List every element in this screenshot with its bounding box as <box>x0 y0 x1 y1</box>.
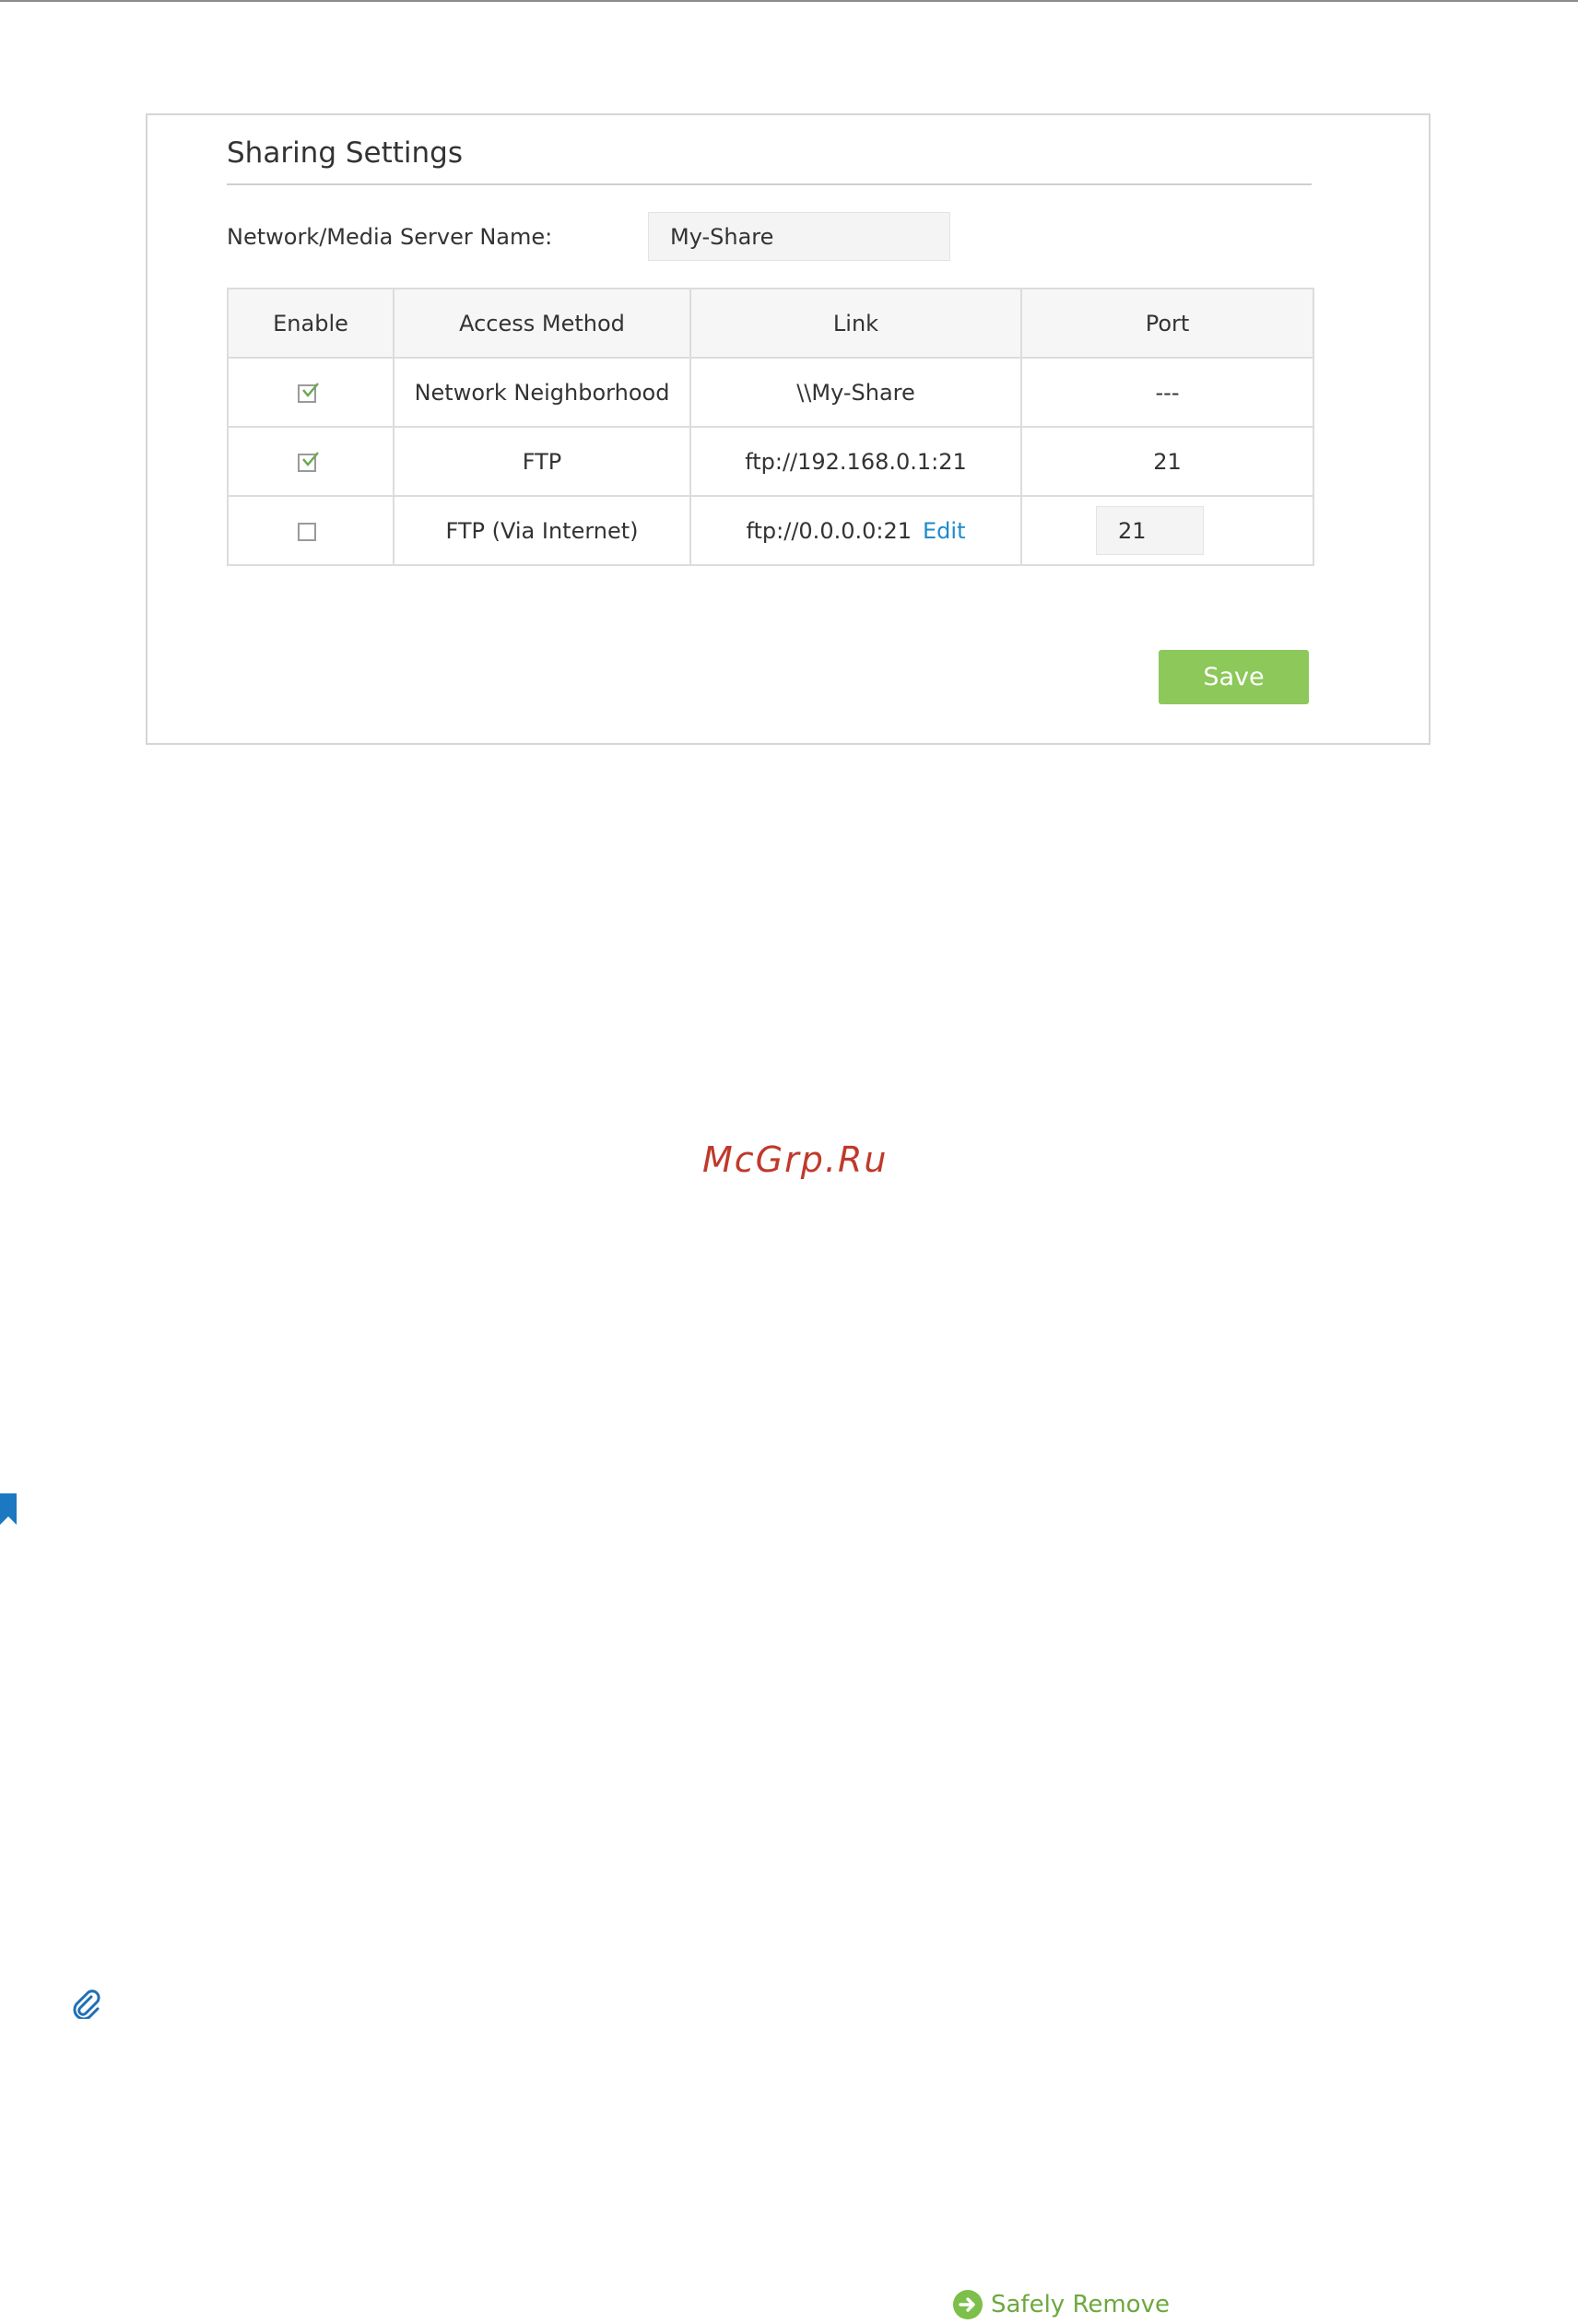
enable-checkbox-network-neighborhood[interactable] <box>298 382 319 403</box>
paperclip-icon <box>73 1989 100 2019</box>
checkmark-icon <box>302 451 319 466</box>
save-button[interactable]: Save <box>1159 650 1309 704</box>
header-port: Port <box>1020 288 1314 359</box>
table-header-row: Enable Access Method Link Port <box>227 288 1314 359</box>
port-cell: 21 <box>1020 426 1314 497</box>
table-row: FTP ftp://192.168.0.1:21 21 <box>227 426 1314 497</box>
safely-remove-label: Safely Remove <box>991 2291 1170 2318</box>
panel-title: Sharing Settings <box>227 136 464 170</box>
header-link: Link <box>689 288 1022 359</box>
link-cell: \\My-Share <box>689 357 1022 428</box>
enable-cell <box>227 357 394 428</box>
port-cell <box>1020 495 1314 566</box>
link-cell: ftp://0.0.0.0:21 Edit <box>689 495 1022 566</box>
checkmark-icon <box>302 382 319 397</box>
edit-link[interactable]: Edit <box>923 518 965 544</box>
page-top-rule <box>0 0 1578 2</box>
port-cell: --- <box>1020 357 1314 428</box>
access-method-cell: FTP <box>393 426 691 497</box>
enable-checkbox-ftp-via-internet[interactable] <box>298 522 316 541</box>
table-row: FTP (Via Internet) ftp://0.0.0.0:21 Edit <box>227 495 1314 566</box>
server-name-label: Network/Media Server Name: <box>227 224 553 250</box>
enable-cell <box>227 495 394 566</box>
bookmark-icon <box>0 1493 17 1525</box>
enable-cell <box>227 426 394 497</box>
table-row: Network Neighborhood \\My-Share --- <box>227 357 1314 428</box>
header-access-method: Access Method <box>393 288 691 359</box>
sharing-table: Enable Access Method Link Port Network N… <box>227 288 1314 566</box>
access-method-cell: Network Neighborhood <box>393 357 691 428</box>
link-cell: ftp://192.168.0.1:21 <box>689 426 1022 497</box>
safely-remove-button[interactable]: Safely Remove <box>952 2289 1170 2320</box>
watermark-text: McGrp.Ru <box>702 1139 889 1180</box>
access-method-cell: FTP (Via Internet) <box>393 495 691 566</box>
enable-checkbox-ftp[interactable] <box>298 451 319 472</box>
title-divider <box>227 183 1312 185</box>
arrow-circle-icon <box>953 2290 983 2319</box>
link-text: ftp://0.0.0.0:21 <box>746 517 913 544</box>
header-enable: Enable <box>227 288 394 359</box>
server-name-input[interactable] <box>648 212 950 261</box>
internet-port-input[interactable] <box>1096 506 1204 555</box>
